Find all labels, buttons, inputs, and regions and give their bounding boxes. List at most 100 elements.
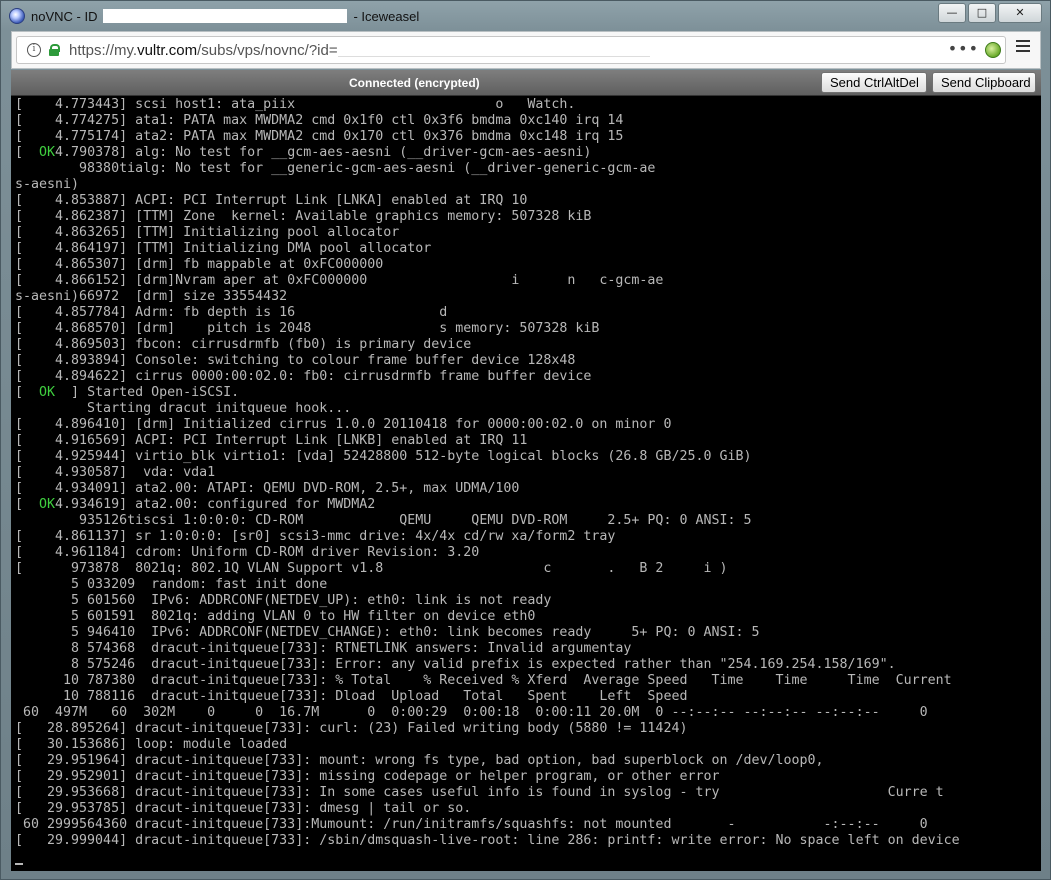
console-line: [ 4.961184] cdrom: Uniform CD-ROM driver…	[15, 545, 1041, 561]
extension-icon[interactable]	[985, 42, 1001, 58]
console-text: 5 601560 IPv6: ADDRCONF(NETDEV_UP): eth0…	[15, 593, 552, 608]
console-text: [ 4.863265] [TTM] Initializing pool allo…	[15, 225, 400, 240]
console-text: [ 4.961184] cdrom: Uniform CD-ROM driver…	[15, 545, 480, 560]
console-line: [ 29.953668] dracut-initqueue[733]: In s…	[15, 785, 1041, 801]
console-line: 10 787380 dracut-initqueue[733]: % Total…	[15, 673, 1041, 689]
console-line: 10 788116 dracut-initqueue[733]: Dload U…	[15, 689, 1041, 705]
console-text: 60 2999564360 dracut-initqueue[733]:Mumo…	[15, 817, 928, 832]
console-line: 5 601560 IPv6: ADDRCONF(NETDEV_UP): eth0…	[15, 593, 1041, 609]
vnc-console-canvas[interactable]: [ 4.773443] scsi host1: ata_piix o Watch…	[11, 96, 1041, 871]
console-line: 8 574368 dracut-initqueue[733]: RTNETLIN…	[15, 641, 1041, 657]
close-button[interactable]: ✕	[998, 3, 1042, 23]
console-line: [ 4.853887] ACPI: PCI Interrupt Link [LN…	[15, 193, 1041, 209]
console-text: [	[15, 385, 40, 400]
console-text: [ 4.916569] ACPI: PCI Interrupt Link [LN…	[15, 433, 528, 448]
console-line: [ OK4.790378] alg: No test for __gcm-aes…	[15, 145, 1041, 161]
title-bar[interactable]: noVNC - ID - Iceweasel — □ ✕	[1, 1, 1050, 31]
url-text[interactable]: https://my. vultr.com/subs/vps/novnc/?id=	[69, 42, 650, 59]
console-text: [ 29.951964] dracut-initqueue[733]: moun…	[15, 753, 824, 768]
console-text: [ 4.866152] [drm]Nvram aper at 0xFC00000…	[15, 273, 664, 288]
console-text: [ 29.952901] dracut-initqueue[733]: miss…	[15, 769, 720, 784]
console-text: [	[15, 497, 40, 512]
send-ctrl-alt-del-button[interactable]: Send CtrlAltDel	[821, 72, 927, 93]
console-text: [	[15, 145, 40, 160]
window-title-prefix: noVNC - ID	[31, 8, 98, 24]
console-line: [ 29.952901] dracut-initqueue[733]: miss…	[15, 769, 1041, 785]
console-line: 60 2999564360 dracut-initqueue[733]:Mumo…	[15, 817, 1041, 833]
console-text: [ 29.999044] dracut-initqueue[733]: /sbi…	[15, 833, 960, 848]
console-line: [ 29.999044] dracut-initqueue[733]: /sbi…	[15, 833, 1041, 849]
info-icon[interactable]: i	[27, 43, 41, 57]
console-line: Starting dracut initqueue hook...	[15, 401, 1041, 417]
console-line: [ 4.773443] scsi host1: ata_piix o Watch…	[15, 97, 1041, 113]
console-text: Starting dracut initqueue hook...	[15, 401, 352, 416]
console-text: [ 4.775174] ata2: PATA max MWDMA2 cmd 0x…	[15, 129, 624, 144]
ok-status: OK	[39, 497, 56, 512]
console-text: [ 29.953785] dracut-initqueue[733]: dmes…	[15, 801, 472, 816]
page-actions-icon[interactable]: •••	[948, 39, 979, 58]
console-line: 60 497M 60 302M 0 0 16.7M 0 0:00:29 0:00…	[15, 705, 1041, 721]
console-text: [ 4.925944] virtio_blk virtio1: [vda] 52…	[15, 449, 752, 464]
console-line: [ 4.866152] [drm]Nvram aper at 0xFC00000…	[15, 273, 1041, 289]
console-line: [ 4.863265] [TTM] Initializing pool allo…	[15, 225, 1041, 241]
console-line: [ 4.868570] [drm] pitch is 2048 s memory…	[15, 321, 1041, 337]
browser-window: noVNC - ID - Iceweasel — □ ✕ i https://m…	[0, 0, 1051, 880]
console-text: [ 4.930587] vda: vda1	[15, 465, 216, 480]
console-line: 8 575246 dracut-initqueue[733]: Error: a…	[15, 657, 1041, 673]
console-line: [ OK ] Started Open-iSCSI.	[15, 385, 1041, 401]
lock-icon[interactable]	[49, 44, 60, 56]
console-text: 4.934619] ata2.00: configured for MWDMA2	[55, 497, 376, 512]
send-clipboard-button[interactable]: Send Clipboard	[932, 72, 1036, 93]
console-line: [ 30.153686] loop: module loaded	[15, 737, 1041, 753]
console-text: [ 4.869503] fbcon: cirrusdrmfb (fb0) is …	[15, 337, 472, 352]
console-line: [ 4.930587] vda: vda1	[15, 465, 1041, 481]
console-text: [ 4.857784] Adrm: fb depth is 16 d	[15, 305, 448, 320]
console-text: [ 4.861137] sr 1:0:0:0: [sr0] scsi3-mmc …	[15, 529, 616, 544]
ok-status: OK	[39, 145, 56, 160]
console-line: [ 4.774275] ata1: PATA max MWDMA2 cmd 0x…	[15, 113, 1041, 129]
console-text: [ 4.865307] [drm] fb mappable at 0xFC000…	[15, 257, 384, 272]
redacted-url-id	[337, 43, 650, 57]
hamburger-menu-icon[interactable]	[1016, 40, 1032, 54]
console-line: [ 28.895264] dracut-initqueue[733]: curl…	[15, 721, 1041, 737]
window-title: noVNC - ID - Iceweasel	[31, 9, 419, 24]
console-text: 4.790378] alg: No test for __gcm-aes-aes…	[55, 145, 592, 160]
console-text: 8 574368 dracut-initqueue[733]: RTNETLIN…	[15, 641, 632, 656]
console-line: 935126tiscsi 1:0:0:0: CD-ROM QEMU QEMU D…	[15, 513, 1041, 529]
console-line: s-aesni)66972 [drm] size 33554432	[15, 289, 1041, 305]
console-line: [ 4.894622] cirrus 0000:00:02.0: fb0: ci…	[15, 369, 1041, 385]
console-line: [ 4.925944] virtio_blk virtio1: [vda] 52…	[15, 449, 1041, 465]
console-line: 5 946410 IPv6: ADDRCONF(NETDEV_CHANGE): …	[15, 625, 1041, 641]
console-text: [ 4.896410] [drm] Initialized cirrus 1.0…	[15, 417, 672, 432]
url-bar[interactable]: i https://my. vultr.com/subs/vps/novnc/?i…	[16, 36, 1006, 64]
window-title-suffix: - Iceweasel	[353, 8, 420, 24]
console-text: [ 4.853887] ACPI: PCI Interrupt Link [LN…	[15, 193, 528, 208]
console-text: [ 4.894622] cirrus 0000:00:02.0: fb0: ci…	[15, 369, 592, 384]
maximize-button[interactable]: □	[968, 3, 996, 23]
console-line: 98380tialg: No test for __generic-gcm-ae…	[15, 161, 1041, 177]
console-text: s-aesni)66972 [drm] size 33554432	[15, 289, 288, 304]
console-text: [ 4.862387] [TTM] Zone kernel: Available…	[15, 209, 592, 224]
console-line: [ 4.861137] sr 1:0:0:0: [sr0] scsi3-mmc …	[15, 529, 1041, 545]
window-controls: — □ ✕	[938, 3, 1042, 23]
console-line: [ 29.951964] dracut-initqueue[733]: moun…	[15, 753, 1041, 769]
console-text: 10 788116 dracut-initqueue[733]: Dload U…	[15, 689, 688, 704]
console-text: [ 28.895264] dracut-initqueue[733]: curl…	[15, 721, 688, 736]
console-line: [ 4.869503] fbcon: cirrusdrmfb (fb0) is …	[15, 337, 1041, 353]
console-text: 935126tiscsi 1:0:0:0: CD-ROM QEMU QEMU D…	[15, 513, 752, 528]
console-text: s-aesni)	[15, 177, 80, 192]
minimize-button[interactable]: —	[938, 3, 966, 23]
url-path: /subs/vps/novnc/?id=	[197, 41, 338, 59]
console-line: [ 973878 8021q: 802.1Q VLAN Support v1.8…	[15, 561, 1041, 577]
console-text: [ 973878 8021q: 802.1Q VLAN Support v1.8…	[15, 561, 728, 576]
console-text: [ 29.953668] dracut-initqueue[733]: In s…	[15, 785, 944, 800]
console-output: [ 4.773443] scsi host1: ata_piix o Watch…	[15, 97, 1041, 865]
console-text: [ 30.153686] loop: module loaded	[15, 737, 288, 752]
console-line: s-aesni)	[15, 177, 1041, 193]
iceweasel-icon	[9, 8, 25, 24]
console-text: [ 4.868570] [drm] pitch is 2048 s memory…	[15, 321, 600, 336]
redacted-id	[103, 9, 348, 23]
console-text: [ 4.773443] scsi host1: ata_piix o Watch…	[15, 97, 576, 112]
console-text: 60 497M 60 302M 0 0 16.7M 0 0:00:29 0:00…	[15, 705, 928, 720]
console-text: [ 4.774275] ata1: PATA max MWDMA2 cmd 0x…	[15, 113, 624, 128]
